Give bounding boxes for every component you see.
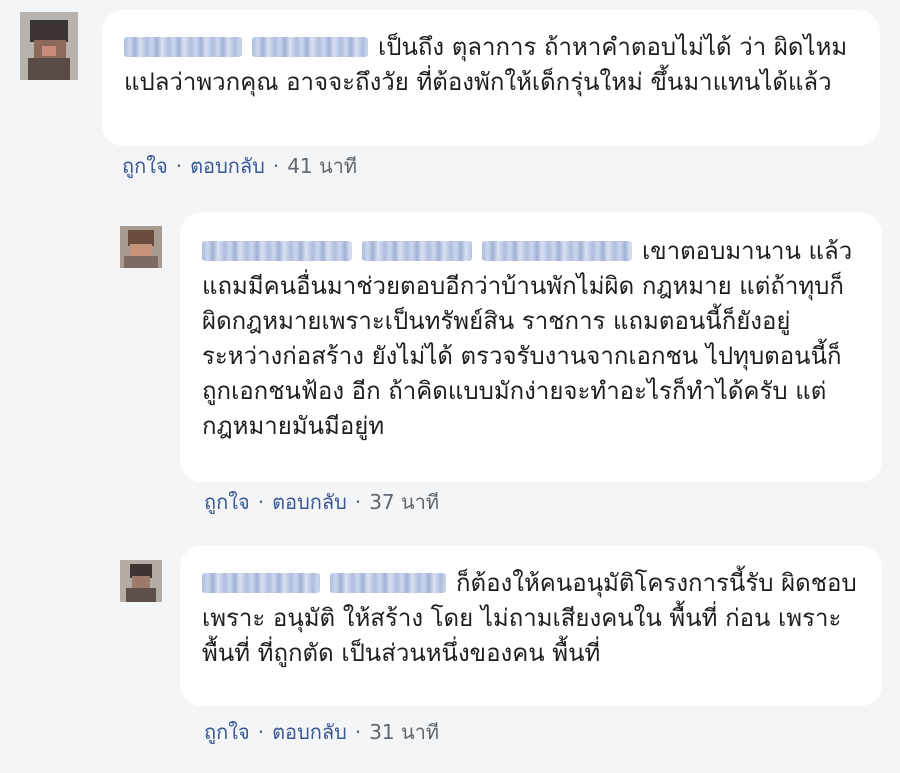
avatar[interactable]: [20, 12, 78, 80]
avatar[interactable]: [120, 226, 162, 268]
timestamp[interactable]: 37 นาที: [369, 490, 439, 514]
like-button[interactable]: ถูกใจ: [122, 154, 168, 178]
separator-dot: ·: [257, 490, 265, 514]
commenter-name-blurred[interactable]: [202, 241, 352, 261]
reply-button[interactable]: ตอบกลับ: [272, 720, 347, 744]
comment-actions: ถูกใจ · ตอบกลับ · 41 นาที: [122, 152, 357, 180]
like-button[interactable]: ถูกใจ: [204, 720, 250, 744]
commenter-name-blurred[interactable]: [252, 37, 368, 57]
commenter-name-blurred[interactable]: [124, 37, 242, 57]
separator-dot: ·: [175, 154, 183, 178]
comment-bubble: เป็นถึง ตุลาการ ถ้าหาคำตอบไม่ได้ ว่า ผิด…: [102, 10, 880, 146]
timestamp[interactable]: 41 นาที: [287, 154, 357, 178]
reply-button[interactable]: ตอบกลับ: [190, 154, 265, 178]
comment-text: เขาตอบมานาน แล้วแถมมีคนอื่นมาช่วยตอบอีกว…: [202, 237, 853, 440]
avatar[interactable]: [120, 560, 162, 602]
comment-thread: เป็นถึง ตุลาการ ถ้าหาคำตอบไม่ได้ ว่า ผิด…: [0, 0, 900, 773]
separator-dot: ·: [354, 720, 362, 744]
comment-bubble: เขาตอบมานาน แล้วแถมมีคนอื่นมาช่วยตอบอีกว…: [180, 212, 882, 482]
comment-actions: ถูกใจ · ตอบกลับ · 37 นาที: [204, 488, 439, 516]
separator-dot: ·: [354, 490, 362, 514]
comment-actions: ถูกใจ · ตอบกลับ · 31 นาที: [204, 718, 439, 746]
commenter-name-blurred[interactable]: [482, 241, 632, 261]
reply-button[interactable]: ตอบกลับ: [272, 490, 347, 514]
like-button[interactable]: ถูกใจ: [204, 490, 250, 514]
timestamp[interactable]: 31 นาที: [369, 720, 439, 744]
comment-bubble: ก็ต้องให้คนอนุมัติโครงการนี้รับ ผิดชอบ เ…: [180, 546, 882, 706]
commenter-name-blurred[interactable]: [362, 241, 472, 261]
commenter-name-blurred[interactable]: [202, 573, 320, 593]
separator-dot: ·: [272, 154, 280, 178]
separator-dot: ·: [257, 720, 265, 744]
commenter-name-blurred[interactable]: [330, 573, 446, 593]
